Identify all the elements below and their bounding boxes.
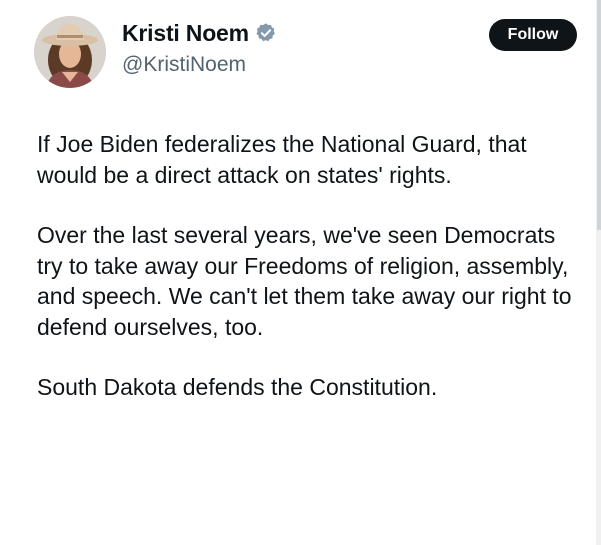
author-name-row: Kristi Noem bbox=[122, 18, 277, 48]
follow-button[interactable]: Follow bbox=[489, 19, 577, 51]
tweet-paragraph: If Joe Biden federalizes the National Gu… bbox=[37, 131, 527, 188]
avatar-image bbox=[34, 16, 106, 88]
author-handle[interactable]: @KristiNoem bbox=[122, 53, 246, 77]
tweet-paragraph: Over the last several years, we've seen … bbox=[37, 222, 572, 340]
tweet-text: If Joe Biden federalizes the National Gu… bbox=[37, 129, 587, 403]
scrollbar-track[interactable] bbox=[596, 0, 601, 545]
avatar[interactable] bbox=[34, 16, 106, 88]
author-display-name[interactable]: Kristi Noem bbox=[122, 20, 249, 47]
scrollbar-thumb[interactable] bbox=[597, 0, 601, 230]
tweet-paragraph: South Dakota defends the Constitution. bbox=[37, 374, 438, 400]
tweet-card: Kristi Noem @KristiNoem Follow If Joe Bi… bbox=[0, 0, 601, 545]
verified-badge-icon bbox=[255, 22, 277, 44]
